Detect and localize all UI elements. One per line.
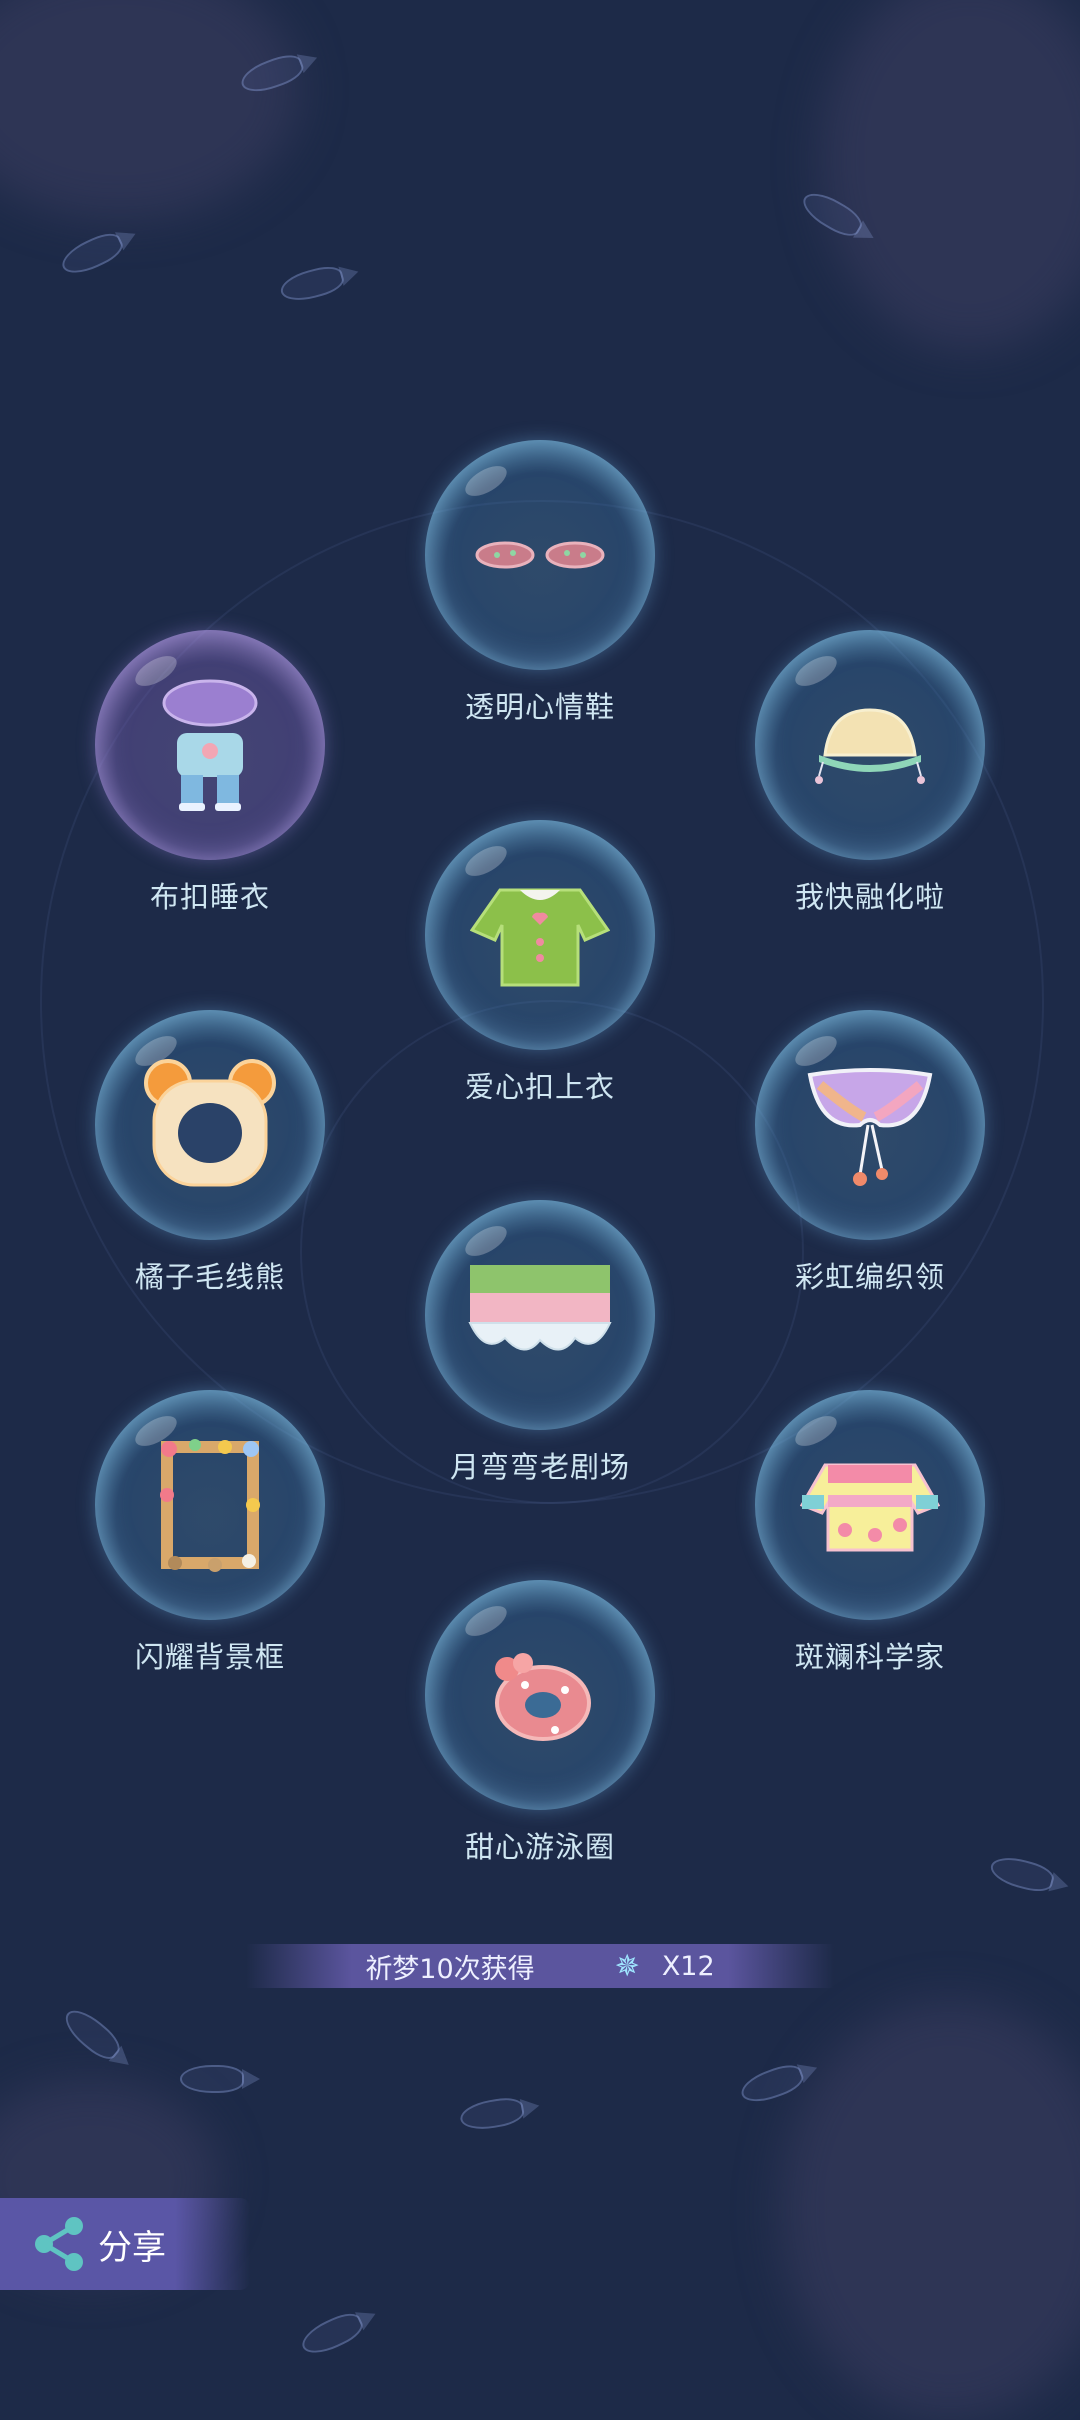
reward-item-hat[interactable]: 我快融化啦 — [750, 630, 990, 916]
banner-text: 祈梦10次获得 — [365, 1953, 535, 1985]
reward-item-bear[interactable]: 橘子毛线熊 — [90, 1010, 330, 1296]
reward-item-top[interactable]: 爱心扣上衣 — [420, 820, 660, 1106]
reward-banner: 祈梦10次获得 ✵ X12 — [246, 1944, 834, 1988]
collar-icon — [807, 1068, 933, 1186]
top-icon — [470, 888, 610, 987]
fish-icon — [277, 262, 347, 306]
item-bubble[interactable] — [425, 1200, 655, 1430]
share-button[interactable]: 分享 — [0, 2198, 250, 2290]
item-bubble[interactable] — [95, 1390, 325, 1620]
reward-item-pajamas[interactable]: 布扣睡衣 — [90, 630, 330, 916]
frame-icon — [160, 1439, 260, 1572]
hat-icon — [815, 708, 925, 784]
share-label: 分享 — [98, 2227, 166, 2268]
fish-icon — [458, 2094, 526, 2134]
fish-icon — [297, 2307, 367, 2361]
reward-item-swim-ring[interactable]: 甜心游泳圈 — [420, 1580, 660, 1866]
item-bubble[interactable] — [755, 1390, 985, 1620]
reward-item-scientist[interactable]: 斑斓科学家 — [750, 1390, 990, 1676]
item-label: 斑斓科学家 — [794, 1640, 945, 1674]
item-label: 橘子毛线熊 — [134, 1260, 285, 1294]
item-bubble[interactable] — [95, 1010, 325, 1240]
banner-count: X12 — [661, 1950, 715, 1982]
item-bubble[interactable] — [425, 440, 655, 670]
item-bubble[interactable] — [755, 1010, 985, 1240]
fish-icon — [57, 227, 127, 281]
item-bubble[interactable] — [95, 630, 325, 860]
item-bubble[interactable] — [425, 820, 655, 1050]
reward-item-collar[interactable]: 彩虹编织领 — [750, 1010, 990, 1296]
shoes-icon — [475, 541, 605, 569]
item-bubble[interactable] — [755, 630, 985, 860]
fish-icon — [987, 1852, 1057, 1896]
item-label: 彩虹编织领 — [794, 1260, 945, 1294]
pajamas-icon — [162, 679, 258, 811]
reward-item-shoes[interactable]: 透明心情鞋 — [420, 440, 660, 726]
item-label: 布扣睡衣 — [149, 880, 270, 914]
item-label: 透明心情鞋 — [464, 690, 615, 724]
item-label: 爱心扣上衣 — [464, 1070, 615, 1104]
fish-icon — [58, 2002, 126, 2066]
item-bubble[interactable] — [425, 1580, 655, 1810]
bear-frame-icon — [144, 1059, 276, 1187]
item-label: 我快融化啦 — [794, 880, 945, 914]
fish-icon — [180, 2065, 260, 2093]
fish-icon — [737, 2059, 807, 2109]
stage-icon — [468, 1265, 612, 1351]
snowflake-star-icon: ✵ — [614, 1948, 640, 1984]
reward-item-frame[interactable]: 闪耀背景框 — [90, 1390, 330, 1676]
item-label: 月弯弯老剧场 — [449, 1450, 630, 1484]
item-label: 闪耀背景框 — [134, 1640, 285, 1674]
item-label: 甜心游泳圈 — [464, 1830, 615, 1864]
share-icon — [35, 2217, 83, 2271]
shirt-icon — [800, 1463, 940, 1552]
swim-ring-icon — [495, 1653, 591, 1741]
reward-item-stage[interactable]: 月弯弯老剧场 — [420, 1200, 660, 1486]
